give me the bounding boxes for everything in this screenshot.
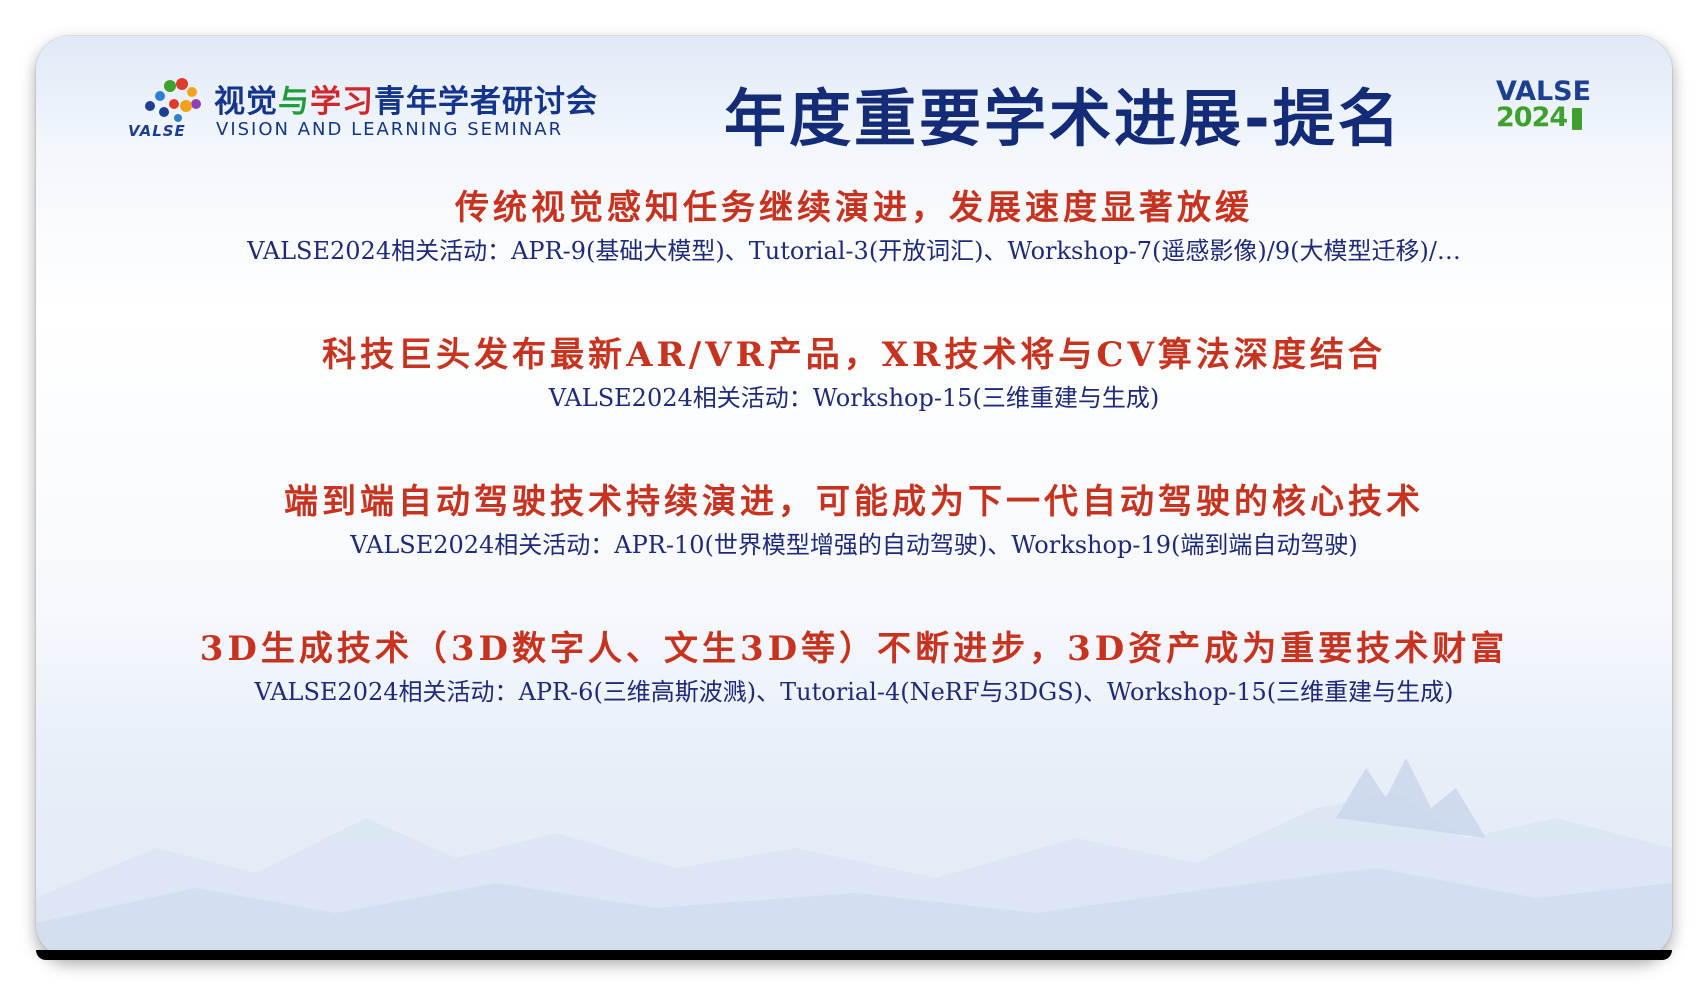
nomination-item-1: 传统视觉感知任务继续演进，发展速度显著放缓 VALSE2024相关活动：APR-… — [36, 186, 1672, 268]
nomination-activity: VALSE2024相关活动：Workshop-15(三维重建与生成) — [548, 384, 1160, 412]
seminar-cn-part4: 青年学者研讨会 — [374, 84, 598, 120]
seminar-name-en: VISION AND LEARNING SEMINAR — [216, 119, 564, 140]
nomination-headline: 端到端自动驾驶技术持续演进，可能成为下一代自动驾驶的核心技术 — [284, 482, 1424, 522]
seminar-cn-part3: 学习 — [310, 84, 374, 120]
nomination-headline: 3D生成技术（3D数字人、文生3D等）不断进步，3D资产成为重要技术财富 — [199, 629, 1509, 669]
slide-title: 年度重要学术进展-提名 — [724, 82, 1403, 155]
nomination-item-4: 3D生成技术（3D数字人、文生3D等）不断进步，3D资产成为重要技术财富 VAL… — [36, 627, 1672, 709]
valse-logo-text: VALSE — [128, 122, 186, 140]
nomination-headline: 传统视觉感知任务继续演进，发展速度显著放缓 — [455, 188, 1253, 228]
screen: VALSE 视觉与学习青年学者研讨会 VISION AND LEARNING S… — [0, 0, 1708, 998]
slide-bottom-bar — [36, 950, 1672, 960]
seminar-cn-part2: 与 — [278, 84, 310, 120]
badge-year-text: 2024 — [1496, 102, 1568, 133]
nomination-activity: VALSE2024相关活动：APR-10(世界模型增强的自动驾驶)、Worksh… — [350, 531, 1358, 559]
nomination-activity: VALSE2024相关活动：APR-6(三维高斯波溅)、Tutorial-4(N… — [254, 678, 1454, 706]
nomination-headline: 科技巨头发布最新AR/VR产品，XR技术将与CV算法深度结合 — [322, 335, 1386, 375]
badge-tag-icon — [1572, 108, 1582, 130]
nomination-item-3: 端到端自动驾驶技术持续演进，可能成为下一代自动驾驶的核心技术 VALSE2024… — [36, 480, 1672, 562]
valse-2024-badge: VALSE 2024 — [1496, 76, 1596, 136]
seminar-name-cn: 视觉与学习青年学者研讨会 — [214, 76, 598, 121]
mountain-landscape-decoration — [36, 758, 1672, 958]
presentation-slide: VALSE 视觉与学习青年学者研讨会 VISION AND LEARNING S… — [36, 36, 1672, 958]
valse-logo-icon — [145, 78, 201, 122]
nomination-activity: VALSE2024相关活动：APR-9(基础大模型)、Tutorial-3(开放… — [247, 237, 1461, 265]
nomination-item-2: 科技巨头发布最新AR/VR产品，XR技术将与CV算法深度结合 VALSE2024… — [36, 333, 1672, 415]
seminar-cn-part1: 视觉 — [214, 84, 278, 120]
